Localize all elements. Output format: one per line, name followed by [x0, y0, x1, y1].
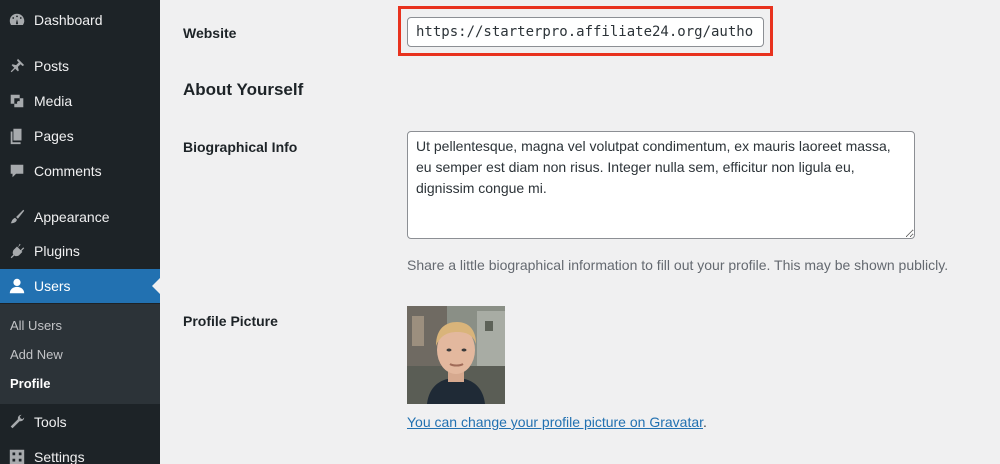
admin-sidebar: Dashboard Posts Media Pages Comments App… — [0, 0, 160, 464]
pages-icon — [7, 126, 27, 146]
sidebar-item-label: Settings — [34, 449, 85, 464]
sidebar-item-comments[interactable]: Comments — [0, 154, 160, 188]
sidebar-item-label: Posts — [34, 58, 70, 74]
submenu-item-all-users[interactable]: All Users — [10, 318, 62, 333]
submenu-item-profile[interactable]: Profile — [10, 376, 50, 391]
submenu-item-add-new[interactable]: Add New — [10, 347, 63, 362]
sidebar-item-label: Dashboard — [34, 12, 103, 28]
sidebar-item-plugins[interactable]: Plugins — [0, 234, 160, 268]
biographical-info-label: Biographical Info — [183, 139, 298, 155]
sidebar-item-label: Pages — [34, 128, 74, 144]
sidebar-item-label: Users — [34, 278, 71, 294]
comment-icon — [7, 161, 27, 181]
settings-icon — [7, 447, 27, 464]
dashboard-icon — [7, 10, 27, 30]
users-submenu: All Users Add New Profile — [0, 304, 160, 404]
user-icon — [7, 276, 27, 296]
plugin-icon — [7, 241, 27, 261]
sidebar-item-users[interactable]: Users — [0, 269, 160, 303]
sidebar-item-pages[interactable]: Pages — [0, 119, 160, 153]
gravatar-note: You can change your profile picture on G… — [407, 414, 707, 430]
gravatar-note-suffix: . — [703, 414, 707, 430]
sidebar-item-label: Media — [34, 93, 73, 109]
gravatar-link[interactable]: You can change your profile picture on G… — [407, 414, 703, 430]
sidebar-item-posts[interactable]: Posts — [0, 49, 160, 83]
sidebar-item-label: Plugins — [34, 243, 80, 259]
bio-description: Share a little biographical information … — [407, 257, 949, 273]
media-icon — [7, 91, 27, 111]
sidebar-item-tools[interactable]: Tools — [0, 405, 160, 439]
sidebar-item-appearance[interactable]: Appearance — [0, 200, 160, 234]
sidebar-item-settings[interactable]: Settings — [0, 440, 160, 464]
about-yourself-heading: About Yourself — [183, 80, 304, 99]
sidebar-item-label: Tools — [34, 414, 67, 430]
profile-picture-label: Profile Picture — [183, 313, 278, 329]
active-indicator-arrow — [152, 278, 160, 294]
sidebar-item-dashboard[interactable]: Dashboard — [0, 3, 160, 37]
website-input[interactable] — [407, 17, 764, 47]
biographical-info-textarea[interactable]: Ut pellentesque, magna vel volutpat cond… — [407, 131, 915, 239]
sidebar-item-media[interactable]: Media — [0, 84, 160, 118]
sidebar-item-label: Comments — [34, 163, 102, 179]
pin-icon — [7, 56, 27, 76]
sidebar-item-label: Appearance — [34, 209, 110, 225]
website-label: Website — [183, 25, 237, 41]
avatar — [407, 306, 505, 404]
wrench-icon — [7, 412, 27, 432]
brush-icon — [7, 207, 27, 227]
